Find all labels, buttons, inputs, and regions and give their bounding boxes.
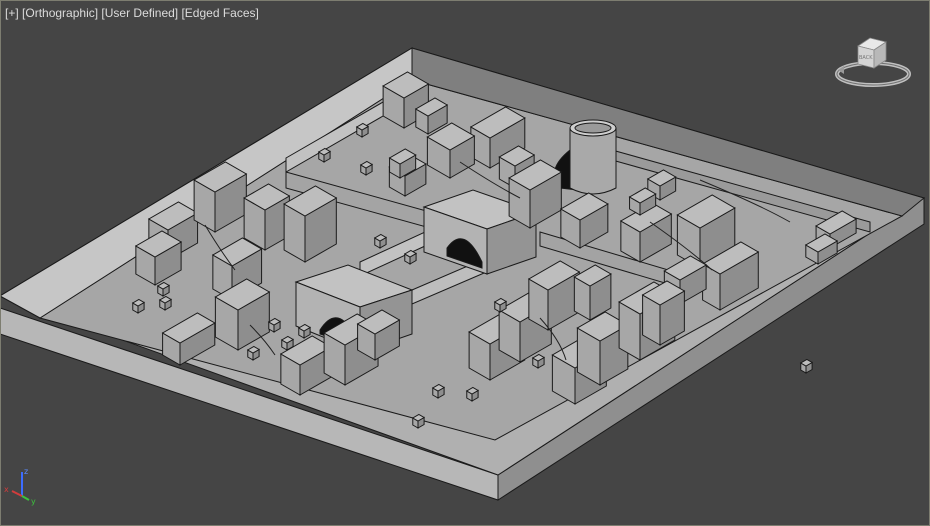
axis-y-label: y [31,497,36,506]
building-box[interactable] [246,345,261,361]
axis-z-label: z [24,467,28,476]
building-box[interactable] [359,160,374,176]
building-box[interactable] [243,183,291,251]
viewcube-face-label: BACK [859,55,873,61]
axis-tripod: z x y [4,467,36,506]
scene-canvas[interactable] [0,0,930,526]
building-box[interactable] [355,122,370,138]
viewcube-icon[interactable]: BACK [832,32,914,92]
viewport-point-of-view-menu[interactable]: [Orthographic] [22,6,98,20]
building-box[interactable] [280,335,295,351]
viewport-general-menu[interactable]: [+] [5,6,19,20]
building-box[interactable] [431,383,446,399]
tower-body [569,127,617,195]
building-box[interactable] [799,358,814,374]
viewport-lighting-menu[interactable]: [User Defined] [101,6,178,20]
building-box[interactable] [411,413,426,429]
building-box[interactable] [531,353,546,369]
building-box[interactable] [158,295,173,311]
building-box[interactable] [156,281,171,297]
tower-inner [574,122,612,134]
building-box[interactable] [373,233,388,249]
viewport-label-menu[interactable]: [+] [Orthographic] [User Defined] [Edged… [5,6,259,20]
axis-x-label: x [4,485,9,494]
building-box[interactable] [465,386,480,402]
building-box[interactable] [267,317,282,333]
viewport-shading-menu[interactable]: [Edged Faces] [181,6,258,20]
building-box[interactable] [131,298,146,314]
building-box[interactable] [317,147,332,163]
building-box[interactable] [493,297,508,313]
building-box[interactable] [297,323,312,339]
building-box[interactable] [403,249,418,265]
perspective-viewport[interactable]: [+] [Orthographic] [User Defined] [Edged… [0,0,930,526]
